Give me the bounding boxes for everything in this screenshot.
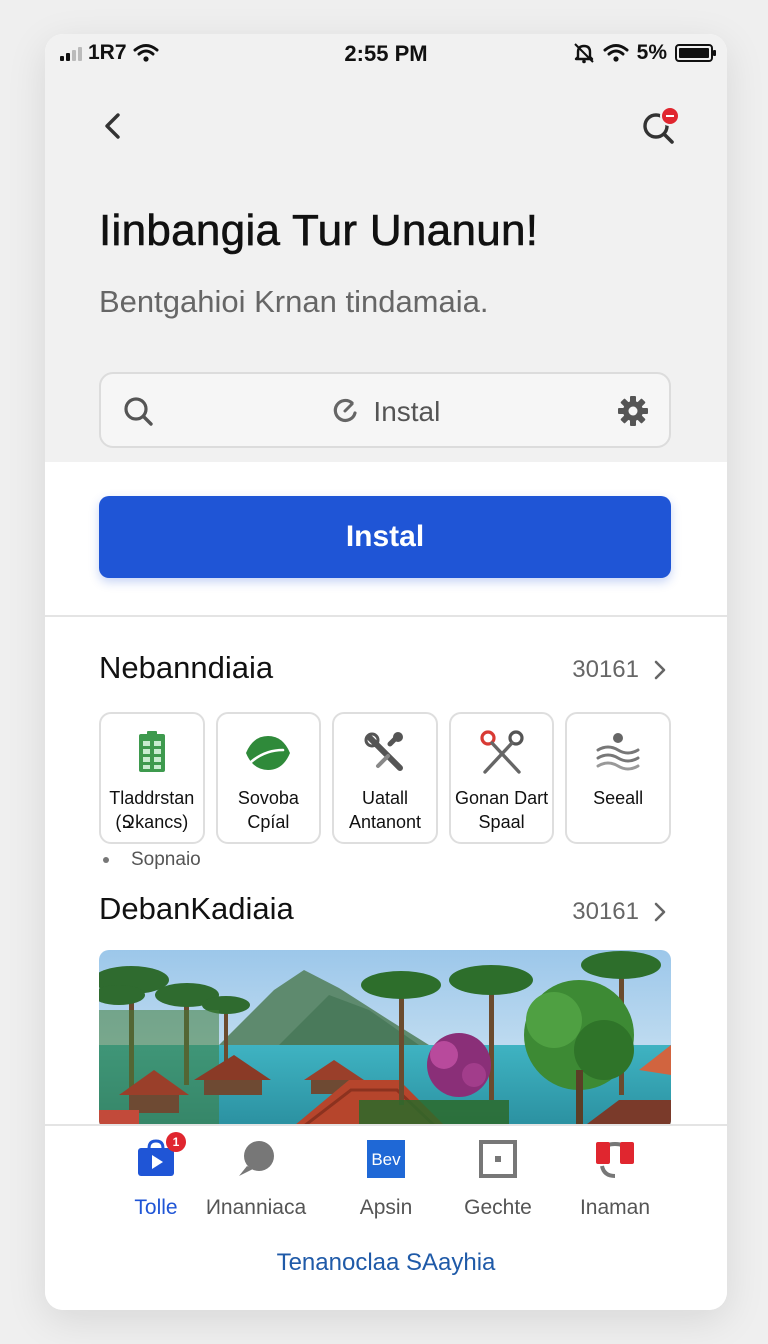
- category-tile[interactable]: Sovoba Cpíal: [215, 712, 322, 844]
- section-title-1: Nebanndiaia: [99, 650, 274, 685]
- app-tile-icon: Bev: [367, 1140, 405, 1178]
- search-input[interactable]: Instal: [99, 372, 671, 448]
- tab-label: Apsin: [359, 1196, 413, 1219]
- tile-label: Sovoba Cpíal: [237, 788, 299, 832]
- chevron-right-icon: [654, 902, 666, 922]
- tab-2[interactable]: Иnanniaca: [196, 1138, 316, 1220]
- status-right: 5%: [573, 41, 716, 65]
- tab-badge: 1: [166, 1132, 186, 1152]
- page-title: Iinbangia Tur Unanun!: [99, 206, 539, 256]
- frame-icon: [479, 1140, 517, 1178]
- section-note-text: Sopnaio: [131, 849, 201, 870]
- page-subtitle: Bentgahioi Krnan tindamaia.: [99, 284, 489, 319]
- section-more-1[interactable]: 30161: [572, 656, 667, 684]
- phone-screen: 1R7 2:55 PM 5% Iinbangia Tur Unanun! Ben…: [45, 34, 727, 1310]
- app-tile-text: Bev: [371, 1150, 401, 1169]
- category-tile[interactable]: Seeall: [565, 712, 671, 844]
- category-tile[interactable]: Uatall Antanont: [332, 712, 438, 844]
- search-value-wrap: Instal: [101, 396, 669, 428]
- spreadsheet-icon: [138, 731, 165, 772]
- battery-icon: [675, 44, 716, 62]
- tab-label: Иnanniaca: [205, 1196, 307, 1219]
- tools-icon: [364, 732, 403, 771]
- section-title-2: DebanKadiaia: [99, 891, 294, 926]
- back-icon[interactable]: [97, 110, 129, 142]
- alarm-icon: [573, 43, 594, 64]
- section-more-2[interactable]: 30161: [572, 898, 667, 926]
- chat-bubble-icon: [239, 1141, 274, 1176]
- tab-5[interactable]: Inaman: [555, 1138, 675, 1220]
- tile-label: Seeall: [593, 788, 644, 808]
- search-value: Instal: [373, 396, 441, 427]
- category-tile[interactable]: Tladdrstan (Ջkancs): [99, 712, 205, 844]
- tile-label: Gonan Dart Spaal: [455, 788, 549, 832]
- divider: [45, 615, 727, 617]
- tile-label: Tladdrstan (Ջkancs): [109, 788, 195, 832]
- bottom-tab-bar: 1 Tolle Иnanniaca Bev Apsin Gechte Inama…: [45, 1124, 727, 1310]
- status-bar: 1R7 2:55 PM 5%: [45, 34, 727, 74]
- tropical-resort-photo[interactable]: [99, 950, 671, 1130]
- category-tile[interactable]: Gonan Dart Spaal: [448, 712, 555, 844]
- install-button[interactable]: Instal: [99, 496, 671, 578]
- battery-percent: 5%: [636, 41, 667, 64]
- tab-4[interactable]: Gechte: [438, 1138, 558, 1220]
- tile-label: Uatall Antanont: [348, 788, 422, 832]
- notification-badge: [660, 106, 680, 126]
- headphones-icon: [596, 1141, 634, 1178]
- chevron-right-icon: [654, 660, 666, 680]
- scissors-icon: [479, 730, 524, 774]
- section-more-count-1: 30161: [572, 656, 639, 683]
- category-tiles: Tladdrstan (Ջkancs) Sovoba Cpíal Uatall …: [99, 712, 671, 844]
- refresh-icon: [333, 398, 357, 423]
- waves-icon: [596, 733, 640, 771]
- section-note: Sopnaio: [103, 849, 201, 871]
- tab-label: Gechte: [464, 1196, 532, 1219]
- footer-link[interactable]: Tenanoclaa SAayhia: [45, 1249, 727, 1277]
- tab-label: Inaman: [579, 1196, 651, 1219]
- bullet-icon: [103, 857, 109, 863]
- wifi-icon-right: [603, 44, 629, 62]
- leaf-icon: [246, 736, 291, 770]
- gear-icon[interactable]: [615, 393, 651, 429]
- tab-3[interactable]: Bev Apsin: [326, 1138, 446, 1220]
- section-more-count-2: 30161: [572, 898, 639, 925]
